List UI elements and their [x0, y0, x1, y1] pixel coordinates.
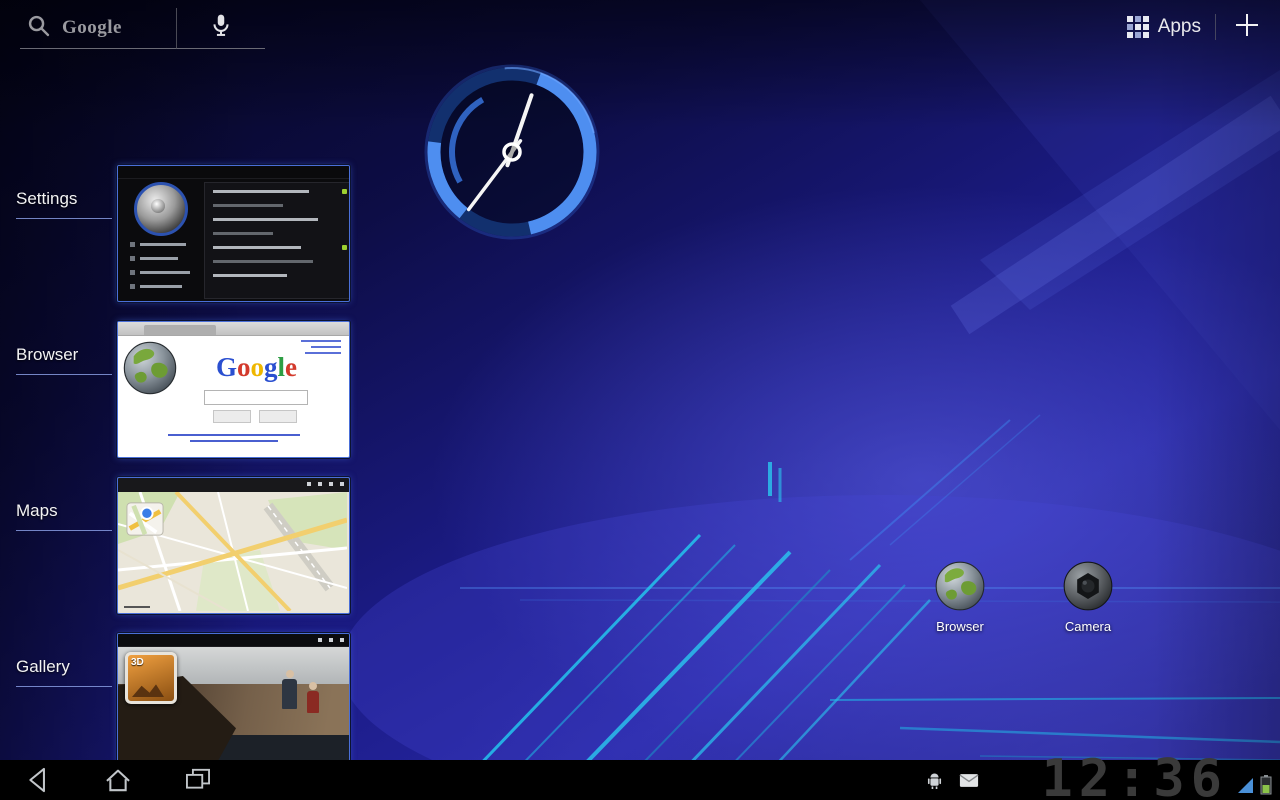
recent-item-label: Browser	[16, 345, 112, 375]
notification-icons[interactable]	[926, 760, 979, 800]
gallery-3d-label: 3D	[131, 657, 144, 668]
settings-menu-item	[130, 242, 190, 247]
topbar-divider	[1215, 14, 1216, 40]
gallery-app-icon: 3D	[125, 652, 177, 704]
shortcut-label: Browser	[908, 619, 1012, 634]
recents-icon	[179, 763, 217, 797]
analog-clock-widget[interactable]	[412, 52, 612, 252]
logo-letter: o	[237, 352, 251, 382]
recent-item-browser[interactable]: Browser Google	[0, 321, 360, 456]
camera-icon	[1062, 560, 1114, 612]
topbar-right: Apps	[1127, 10, 1264, 44]
search-icon	[26, 13, 52, 44]
photo-person	[307, 682, 319, 713]
action-bar-icons	[307, 482, 344, 486]
settings-menu-item	[130, 270, 190, 275]
apps-button-label: Apps	[1158, 16, 1201, 38]
logo-letter: G	[216, 352, 237, 382]
back-button[interactable]	[16, 760, 60, 800]
logo-letter: o	[251, 352, 265, 382]
back-icon	[19, 763, 57, 797]
recent-item-label: Gallery	[16, 657, 112, 687]
logo-letter: e	[285, 352, 297, 382]
apps-grid-icon	[1127, 16, 1149, 38]
logo-letter: g	[264, 352, 278, 382]
home-button[interactable]	[96, 760, 140, 800]
speaker-cone	[151, 199, 165, 213]
recent-thumbnail-gallery[interactable]: 3D	[117, 633, 350, 770]
google-search-widget[interactable]: Google	[20, 8, 265, 49]
text-line	[213, 260, 347, 263]
home-screen: Google Apps	[0, 0, 1280, 800]
recent-item-label: Maps	[16, 501, 112, 531]
search-box-placeholder	[204, 390, 308, 405]
system-clock[interactable]: 12:36	[1041, 757, 1228, 800]
microphone-icon	[211, 13, 231, 44]
gallery-action-bar	[118, 634, 349, 647]
add-widget-button[interactable]	[1230, 10, 1264, 44]
email-icon	[959, 773, 979, 788]
recents-button[interactable]	[176, 760, 220, 800]
settings-menu-list	[130, 242, 190, 298]
text-line	[213, 232, 347, 235]
settings-menu-item	[130, 256, 190, 261]
recent-item-maps[interactable]: Maps	[0, 477, 360, 612]
browser-globe-icon	[934, 560, 986, 612]
recent-thumbnail-maps[interactable]	[117, 477, 350, 614]
plus-icon	[1233, 11, 1261, 44]
map-scale-bar	[124, 606, 150, 608]
google-logo: Google	[180, 352, 333, 383]
text-line	[213, 190, 347, 193]
home-icon	[99, 763, 137, 797]
thumbnail-titlebar	[118, 166, 349, 179]
maps-action-bar	[118, 478, 349, 492]
header-links	[301, 340, 341, 354]
globe-icon	[122, 340, 178, 396]
text-line	[213, 246, 347, 249]
shortcut-label: Camera	[1036, 619, 1140, 634]
footer-links	[118, 434, 349, 442]
shortcut-camera[interactable]: Camera	[1036, 560, 1140, 634]
settings-menu-item	[130, 284, 190, 289]
settings-detail-panel	[204, 182, 350, 299]
browser-tab	[144, 325, 216, 335]
system-bar: 12:36	[0, 760, 1280, 800]
settings-speaker-icon	[134, 182, 188, 236]
recent-item-gallery[interactable]: Gallery 3D	[0, 633, 360, 768]
text-line	[213, 274, 347, 277]
signal-icon	[1238, 778, 1254, 794]
logo-letter: l	[278, 352, 286, 382]
recent-thumbnail-browser[interactable]: Google	[117, 321, 350, 458]
search-widget-label: Google	[62, 17, 122, 39]
text-line	[213, 204, 347, 207]
action-bar-icons	[318, 638, 344, 642]
browser-tab-bar	[118, 322, 349, 336]
search-input[interactable]: Google	[20, 8, 176, 49]
text-line	[213, 218, 347, 221]
recent-item-label: Settings	[16, 189, 112, 219]
gallery-icon-mountains	[132, 683, 164, 697]
shortcut-browser[interactable]: Browser	[908, 560, 1012, 634]
maps-app-icon	[126, 500, 164, 538]
usb-debug-icon	[926, 771, 943, 789]
clock-face	[412, 52, 612, 252]
photo-person	[282, 670, 297, 709]
recent-item-settings[interactable]: Settings	[0, 165, 360, 300]
recent-thumbnail-settings[interactable]	[117, 165, 350, 302]
voice-search-button[interactable]	[176, 8, 265, 49]
apps-button[interactable]: Apps	[1127, 16, 1201, 38]
search-buttons	[202, 410, 308, 423]
battery-icon	[1260, 775, 1272, 795]
